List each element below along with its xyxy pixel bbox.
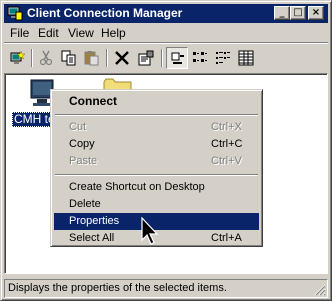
- menu-view[interactable]: View: [68, 26, 94, 40]
- large-icons-view-icon: [171, 52, 184, 64]
- window-title: Client Connection Manager: [27, 6, 183, 20]
- minimize-button[interactable]: _: [274, 6, 290, 20]
- menu-item-label: Paste: [69, 155, 98, 167]
- delete-icon: [115, 51, 129, 65]
- menu-item-create-shortcut[interactable]: Create Shortcut on Desktop: [54, 179, 259, 196]
- copy-icon: [61, 50, 76, 66]
- title-bar[interactable]: Client Connection Manager _ □ ×: [4, 4, 328, 23]
- delete-button[interactable]: [111, 47, 133, 69]
- toolbar-separator: [106, 49, 108, 67]
- status-text: Displays the properties of the selected …: [8, 282, 227, 294]
- menu-item-label: Create Shortcut on Desktop: [69, 181, 205, 193]
- menu-edit[interactable]: Edit: [38, 26, 59, 40]
- menu-separator: [55, 174, 258, 176]
- menu-item-label: Properties: [69, 215, 120, 227]
- large-icons-view-button[interactable]: [166, 47, 188, 69]
- paste-icon: [84, 51, 99, 66]
- properties-icon: [138, 50, 154, 66]
- mouse-pointer-icon: [141, 217, 159, 245]
- menu-item-copy[interactable]: Copy Ctrl+C: [54, 136, 259, 153]
- menu-item-delete[interactable]: Delete: [54, 196, 259, 213]
- menu-item-cut[interactable]: Cut Ctrl+X: [54, 119, 259, 136]
- menu-separator: [55, 114, 258, 116]
- cut-icon: [39, 50, 53, 66]
- menu-item-shortcut: Ctrl+C: [211, 138, 243, 150]
- minimize-icon: _: [279, 7, 285, 18]
- menu-item-connect[interactable]: Connect: [54, 93, 259, 110]
- toolbar-separator: [161, 49, 163, 67]
- small-icons-view-icon: [193, 52, 207, 62]
- menu-item-label: Copy: [69, 138, 95, 150]
- cut-button[interactable]: [35, 47, 57, 69]
- toolbar-separator: [31, 49, 33, 67]
- close-icon: ×: [311, 7, 321, 18]
- menu-item-shortcut: Ctrl+A: [211, 232, 242, 244]
- toolbar: [4, 44, 328, 72]
- new-connection-button[interactable]: [6, 47, 28, 69]
- client-connection-manager-icon: [7, 6, 23, 21]
- menu-item-label: Select All: [69, 232, 115, 244]
- maximize-icon: □: [293, 7, 303, 18]
- menu-item-paste[interactable]: Paste Ctrl+V: [54, 153, 259, 170]
- menu-item-label: Cut: [69, 121, 87, 133]
- list-view-button[interactable]: [212, 47, 234, 69]
- list-view-icon: [216, 52, 230, 64]
- new-connection-icon: [10, 50, 25, 64]
- small-icons-view-button[interactable]: [189, 47, 211, 69]
- app-window: Client Connection Manager _ □ × File Edi…: [0, 0, 332, 301]
- menu-item-shortcut: Ctrl+X: [211, 121, 242, 133]
- menu-item-shortcut: Ctrl+V: [211, 155, 242, 167]
- details-view-button[interactable]: [235, 47, 257, 69]
- menu-file[interactable]: File: [10, 26, 29, 40]
- maximize-button[interactable]: □: [290, 6, 306, 20]
- status-bar: Displays the properties of the selected …: [4, 279, 328, 298]
- menu-item-label: Connect: [69, 94, 117, 108]
- close-button[interactable]: ×: [308, 6, 324, 20]
- menu-bar: File Edit View Help: [4, 24, 328, 42]
- menu-item-label: Delete: [69, 198, 101, 210]
- properties-button[interactable]: [135, 47, 157, 69]
- paste-button[interactable]: [81, 47, 103, 69]
- details-view-icon: [238, 50, 254, 66]
- resize-grip-icon[interactable]: [314, 284, 326, 296]
- menu-help[interactable]: Help: [101, 26, 126, 40]
- copy-button[interactable]: [58, 47, 80, 69]
